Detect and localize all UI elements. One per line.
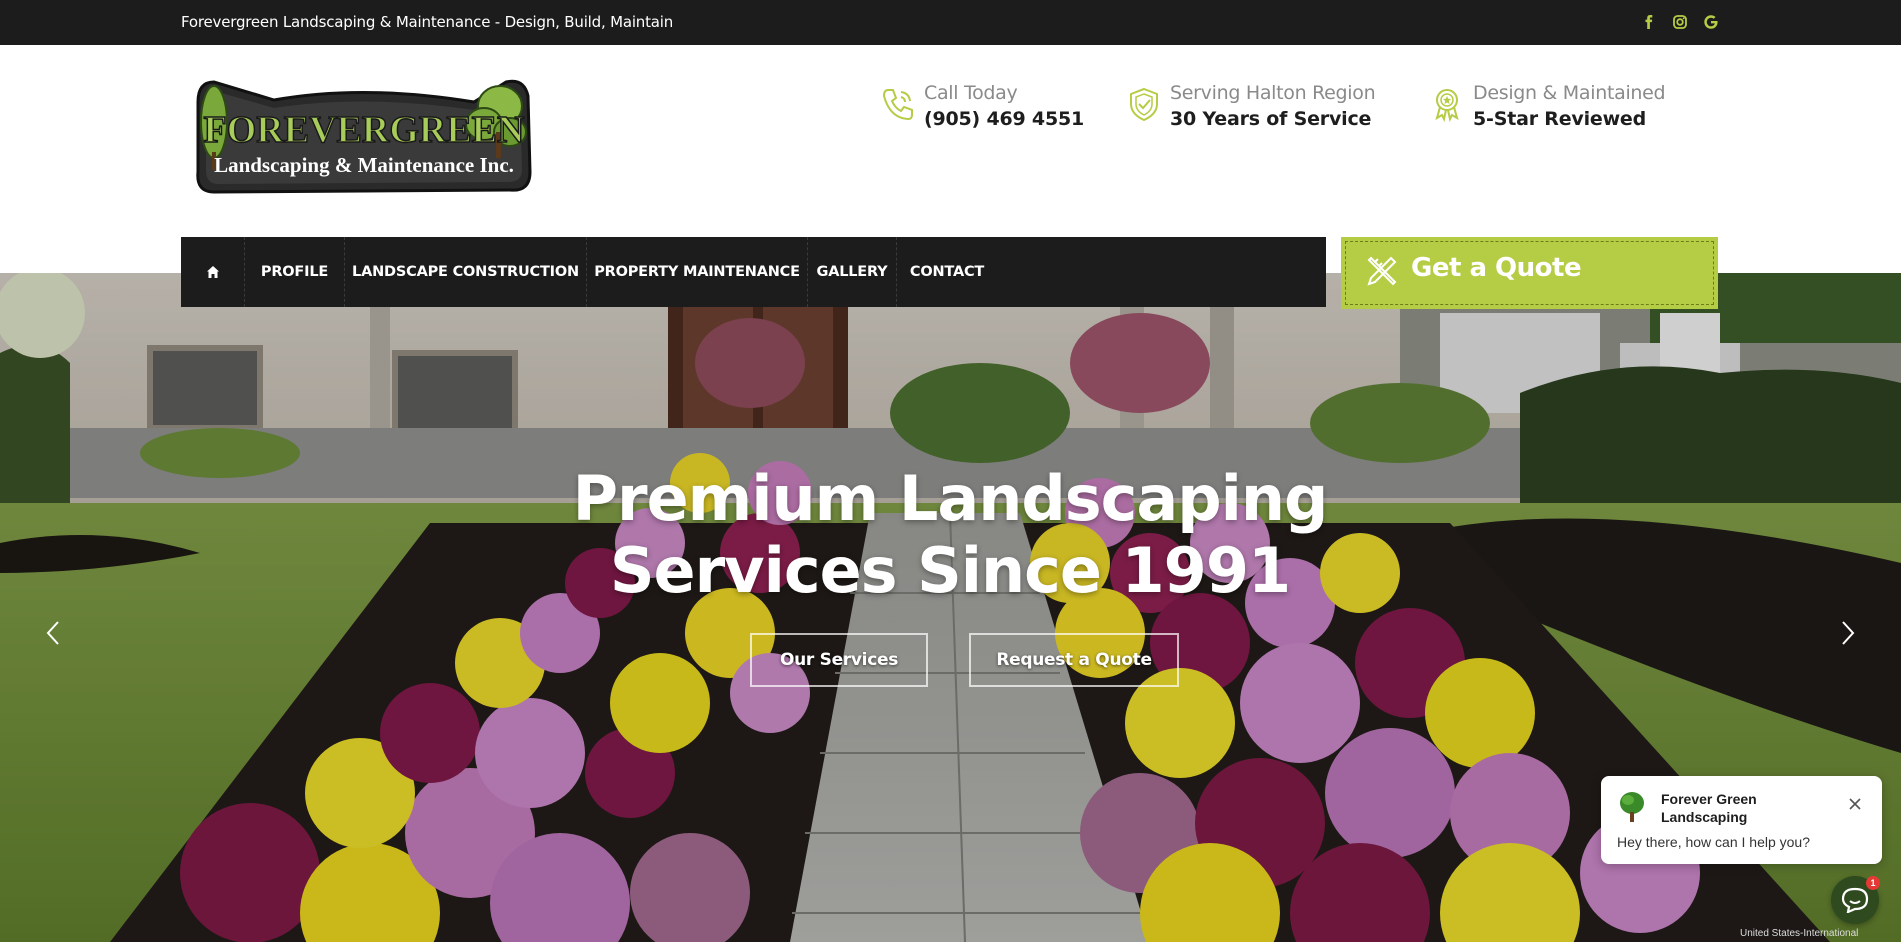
info-label: Call Today — [924, 82, 1018, 104]
logo-wordmark: FOREVERGREEN — [204, 109, 525, 151]
pencil-ruler-icon — [1367, 256, 1397, 286]
get-quote-button[interactable]: Get a Quote — [1341, 237, 1718, 309]
tree-avatar-icon — [1620, 792, 1644, 822]
tagline: Forevergreen Landscaping & Maintenance -… — [181, 13, 674, 31]
phone-number[interactable]: (905) 469 4551 — [924, 108, 1084, 130]
hero-title: Premium Landscaping Services Since 1991 — [450, 463, 1450, 607]
info-label: Serving Halton Region — [1170, 82, 1376, 104]
request-quote-button[interactable]: Request a Quote — [969, 633, 1179, 687]
chat-business-name: Forever Green Landscaping — [1661, 791, 1757, 825]
hero-title-line1: Premium Landscaping — [572, 462, 1329, 535]
chat-message: Hey there, how can I help you? — [1617, 834, 1811, 850]
info-value: 5-Star Reviewed — [1473, 108, 1647, 130]
home-icon — [206, 266, 219, 278]
get-quote-label: Get a Quote — [1411, 253, 1582, 283]
nav-property-maintenance[interactable]: PROPERTY MAINTENANCE — [587, 237, 808, 307]
main-nav: PROFILE LANDSCAPE CONSTRUCTION PROPERTY … — [181, 237, 1326, 307]
our-services-button[interactable]: Our Services — [750, 633, 928, 687]
slider-next-arrow[interactable] — [1835, 618, 1859, 648]
slider-prev-arrow[interactable] — [42, 618, 66, 648]
info-label: Design & Maintained — [1473, 82, 1666, 104]
facebook-icon[interactable] — [1640, 12, 1658, 32]
top-bar: Forevergreen Landscaping & Maintenance -… — [0, 0, 1901, 45]
site-logo[interactable]: FOREVERGREEN Landscaping & Maintenance I… — [184, 72, 540, 196]
keyboard-layout-note: United States-International — [1740, 928, 1859, 939]
nav-gallery[interactable]: GALLERY — [808, 237, 897, 307]
chat-unread-badge: 1 — [1866, 876, 1880, 890]
phone-icon — [882, 89, 913, 121]
nav-profile[interactable]: PROFILE — [245, 237, 345, 307]
chat-popup[interactable]: Forever Green Landscaping Hey there, how… — [1601, 776, 1882, 864]
chat-bubble-icon — [1841, 887, 1869, 913]
info-value: 30 Years of Service — [1170, 108, 1372, 130]
nav-contact[interactable]: CONTACT — [897, 237, 997, 307]
hero-title-line2: Services Since 1991 — [609, 534, 1291, 607]
shield-check-icon — [1130, 87, 1158, 122]
google-icon[interactable] — [1702, 12, 1720, 32]
nav-home[interactable] — [181, 237, 245, 307]
nav-landscape-construction[interactable]: LANDSCAPE CONSTRUCTION — [345, 237, 587, 307]
award-ribbon-icon — [1435, 89, 1459, 122]
instagram-icon[interactable] — [1671, 12, 1689, 32]
logo-subtitle: Landscaping & Maintenance Inc. — [214, 153, 514, 177]
close-icon[interactable] — [1847, 796, 1863, 812]
